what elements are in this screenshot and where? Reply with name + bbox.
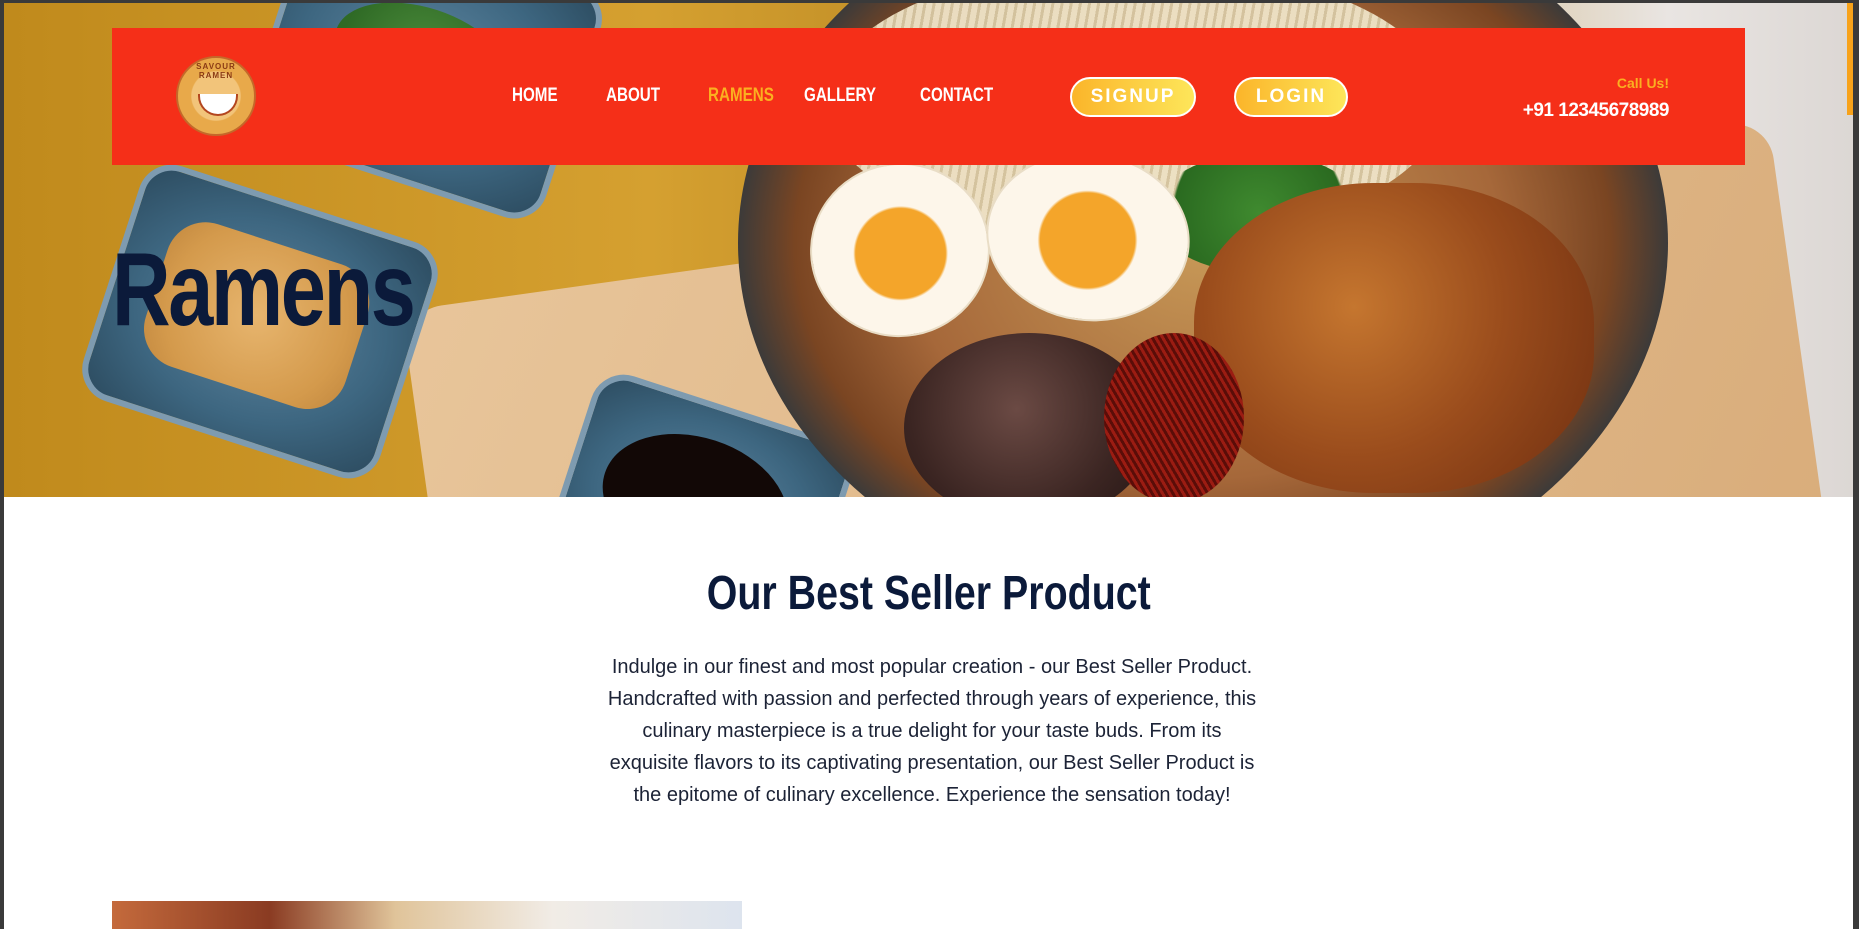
section-title-text: Our Best Seller Product: [706, 567, 1151, 620]
page-title: Ramens: [112, 232, 416, 348]
navbar: SAVOUR RAMEN HOME ABOUT RAMENS GALLERY C…: [112, 28, 1745, 165]
nav-link-home[interactable]: HOME: [512, 85, 558, 107]
scroll-accent: [1847, 3, 1853, 115]
section-description: Indulge in our finest and most popular c…: [607, 656, 1257, 806]
logo-text: SAVOUR RAMEN: [196, 62, 236, 80]
logo[interactable]: SAVOUR RAMEN: [176, 56, 256, 136]
pulled-pork-image: [1194, 183, 1594, 493]
nav-link-ramens[interactable]: RAMENS: [708, 85, 774, 107]
section-title: Our Best Seller Product: [4, 566, 1853, 621]
call-us-label: Call Us!: [1616, 75, 1669, 91]
nav-link-gallery[interactable]: GALLERY: [804, 85, 876, 107]
page: Ramens SAVOUR RAMEN HOME ABOUT RAMENS GA…: [4, 3, 1853, 929]
login-button[interactable]: LOGIN: [1234, 77, 1348, 117]
nav-link-about[interactable]: ABOUT: [606, 85, 660, 107]
ramen-bowl-icon: [198, 94, 238, 116]
phone-number[interactable]: +91 12345678989: [1523, 100, 1670, 122]
chili-threads-image: [1104, 333, 1244, 497]
nav-link-contact[interactable]: CONTACT: [920, 85, 993, 107]
signup-button[interactable]: SIGNUP: [1070, 77, 1196, 117]
product-image: [112, 901, 742, 929]
